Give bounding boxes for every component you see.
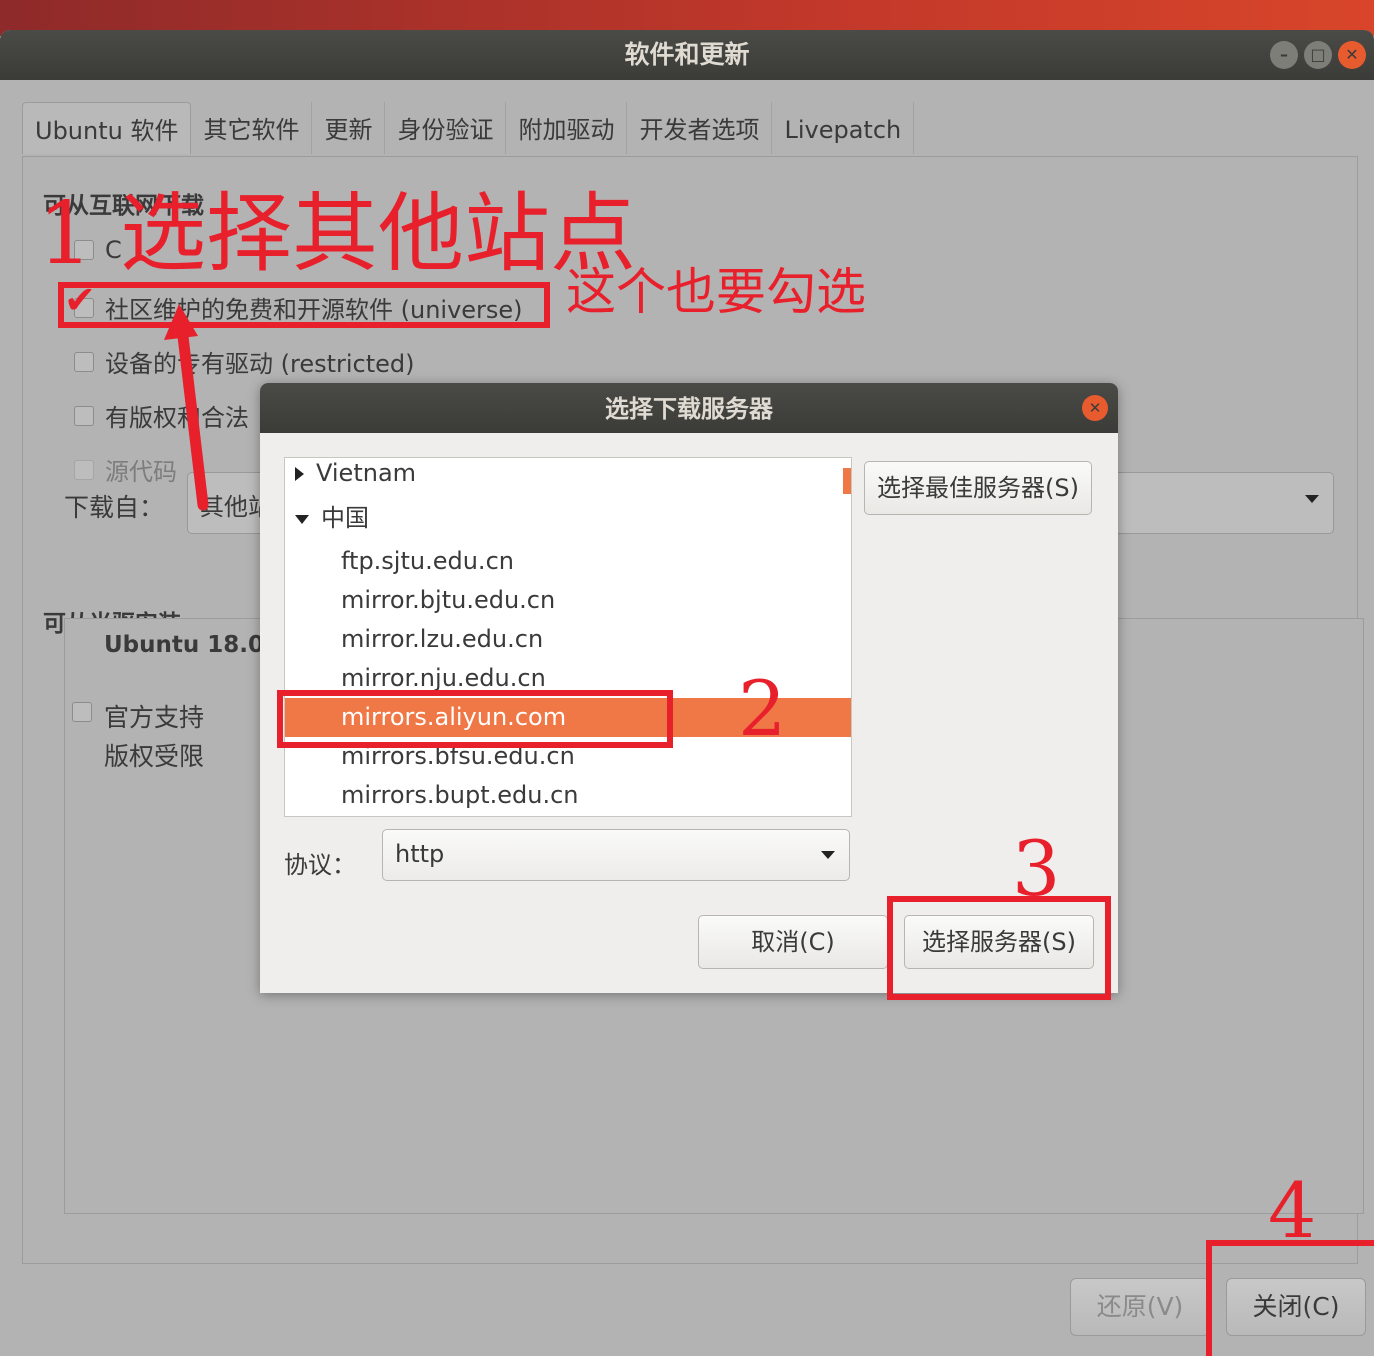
annotation-step4: 4 <box>1268 1166 1317 1255</box>
tree-group-vietnam[interactable]: Vietnam <box>285 458 851 493</box>
select-best-server-button[interactable]: 选择最佳服务器(S) <box>864 461 1092 515</box>
window-controls: – □ ✕ <box>1270 41 1366 69</box>
protocol-label: 协议： <box>284 851 356 879</box>
tab-ubuntu-software[interactable]: Ubuntu 软件 <box>22 102 192 154</box>
expander-right-icon[interactable] <box>295 467 304 481</box>
minimize-icon[interactable]: – <box>1270 41 1298 69</box>
group-label: 中国 <box>321 504 369 532</box>
download-from-label: 下载自： <box>64 493 165 522</box>
protocol-combo[interactable]: http <box>382 829 850 881</box>
tab-additional-drivers[interactable]: 附加驱动 <box>506 102 628 154</box>
tab-developer-options[interactable]: 开发者选项 <box>627 102 773 154</box>
annotation-also-check: 这个也要勾选 <box>566 263 866 321</box>
cdrom-line-1: 官方支持 <box>104 703 205 732</box>
source-checkbox[interactable] <box>74 459 94 480</box>
annotation-arrow <box>164 304 209 511</box>
multiverse-checkbox[interactable] <box>74 405 94 426</box>
cdrom-checkbox[interactable] <box>72 702 92 722</box>
chevron-down-icon <box>821 851 835 859</box>
restricted-label: 设备的专有驱动 (restricted) <box>105 350 415 378</box>
tab-authentication[interactable]: 身份验证 <box>385 102 507 154</box>
arrow-head <box>164 304 198 340</box>
annotation-check-mark: ✔ <box>64 278 96 322</box>
list-item[interactable]: ftp.sjtu.edu.cn <box>285 542 851 581</box>
arrow-shaft <box>176 322 209 511</box>
dialog-title: 选择下载服务器 <box>260 383 1118 433</box>
tab-other-software[interactable]: 其它软件 <box>191 102 313 154</box>
close-icon[interactable]: ✕ <box>1338 41 1366 69</box>
chevron-down-icon <box>1305 495 1319 503</box>
annotation-step3: 3 <box>1012 824 1061 913</box>
annotation-box-aliyun <box>277 690 673 748</box>
annotation-step2: 2 <box>738 664 787 753</box>
revert-button[interactable]: 还原(V) <box>1070 1278 1210 1336</box>
tab-livepatch[interactable]: Livepatch <box>772 102 915 154</box>
annotation-box-choose-server <box>887 896 1111 1000</box>
cancel-button[interactable]: 取消(C) <box>698 915 888 969</box>
restricted-checkbox-row[interactable]: 设备的专有驱动 (restricted) <box>74 344 415 379</box>
server-tree[interactable]: Vietnam 中国 ftp.sjtu.edu.cn mirror.bjtu.e… <box>284 457 852 817</box>
list-item[interactable]: mirrors.bupt.edu.cn <box>285 776 851 815</box>
scrollbar-thumb[interactable] <box>843 468 851 494</box>
list-item[interactable]: mirror.bjtu.edu.cn <box>285 581 851 620</box>
restricted-checkbox[interactable] <box>74 351 94 372</box>
annotation-box-universe <box>58 282 550 328</box>
window-title: 软件和更新 <box>0 30 1374 80</box>
maximize-icon[interactable]: □ <box>1304 41 1332 69</box>
cdrom-line-2: 版权受限 <box>104 742 205 771</box>
annotation-step1: 1 选择其他站点 <box>38 184 637 284</box>
tab-bar: Ubuntu 软件 其它软件 更新 身份验证 附加驱动 开发者选项 Livepa… <box>22 102 915 154</box>
dialog-close-icon[interactable]: ✕ <box>1082 395 1108 421</box>
expander-down-icon[interactable] <box>295 514 309 524</box>
tree-group-china[interactable]: 中国 <box>285 499 851 538</box>
annotation-box-close <box>1206 1240 1374 1356</box>
protocol-value: http <box>395 840 445 868</box>
tab-updates[interactable]: 更新 <box>312 102 386 154</box>
group-label: Vietnam <box>316 459 417 487</box>
cdrom-disc-name: Ubuntu 18.04 <box>104 632 281 658</box>
list-item[interactable]: mirror.lzu.edu.cn <box>285 620 851 659</box>
